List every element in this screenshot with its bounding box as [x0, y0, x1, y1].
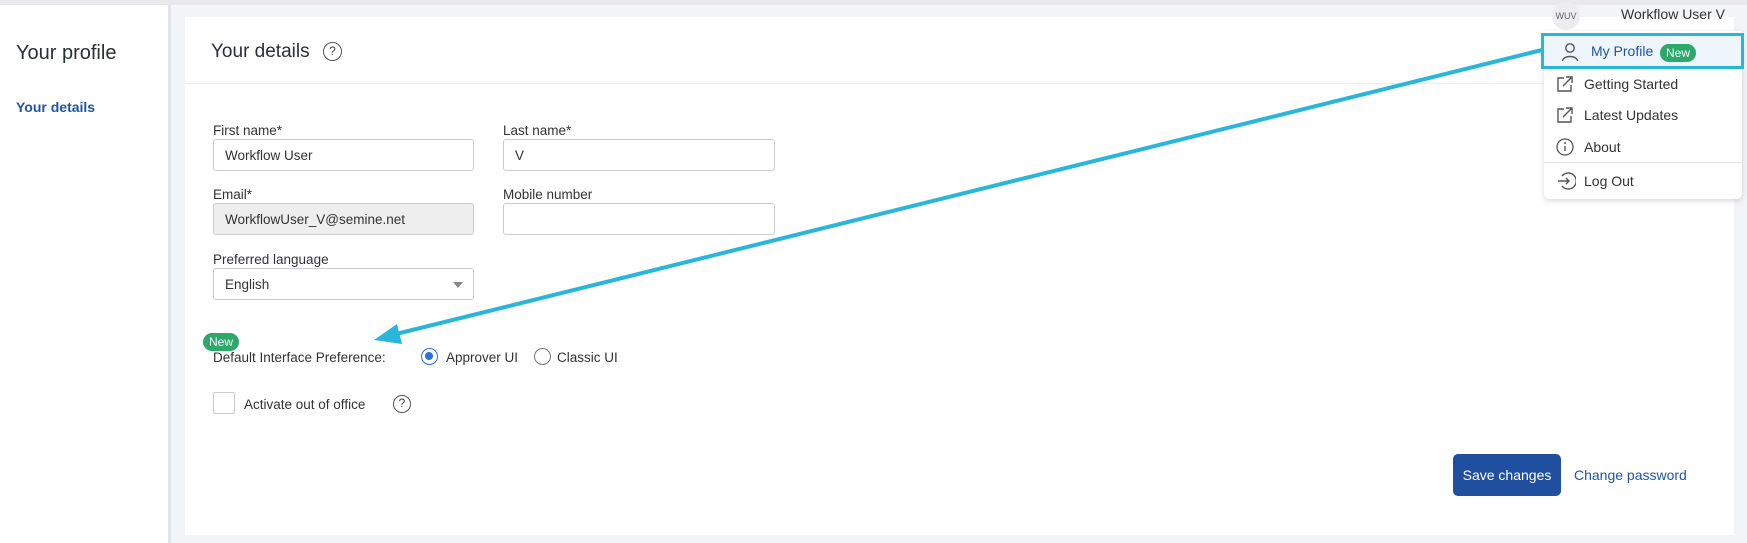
- menu-item-label: About: [1584, 139, 1621, 155]
- email-field: WorkflowUser_V@semine.net: [213, 203, 474, 235]
- out-of-office-label[interactable]: Activate out of office: [244, 397, 365, 412]
- user-name: Workflow User V: [1621, 6, 1725, 22]
- details-card: Your details ? First name* Workflow User…: [185, 17, 1734, 535]
- email-label: Email*: [213, 187, 253, 202]
- classic-ui-radio[interactable]: [534, 348, 551, 365]
- language-label: Preferred language: [213, 252, 329, 267]
- menu-item-my-profile[interactable]: My Profile New: [1541, 33, 1744, 69]
- user-menu-dropdown: My Profile New Getting Started Latest Up…: [1541, 31, 1744, 199]
- page-title: Your details: [211, 41, 310, 62]
- sidebar-title: Your profile: [16, 42, 117, 64]
- menu-item-latest-updates[interactable]: Latest Updates: [1544, 99, 1742, 131]
- classic-ui-label[interactable]: Classic UI: [557, 350, 618, 365]
- menu-item-getting-started[interactable]: Getting Started: [1544, 68, 1742, 100]
- out-of-office-help-icon[interactable]: ?: [393, 395, 411, 413]
- new-badge: New: [203, 333, 240, 351]
- menu-divider: [1544, 162, 1742, 163]
- menu-item-label: My Profile: [1591, 43, 1654, 59]
- interface-preference-label: Default Interface Preference:: [213, 350, 386, 365]
- menu-item-label: Latest Updates: [1584, 107, 1679, 123]
- last-name-field[interactable]: V: [503, 139, 775, 171]
- approver-ui-radio[interactable]: [421, 348, 438, 365]
- profile-sidebar: Your profile Your details: [0, 5, 171, 543]
- out-of-office-checkbox[interactable]: [213, 392, 235, 414]
- help-icon[interactable]: ?: [323, 42, 342, 61]
- avatar: WUV: [1552, 2, 1580, 30]
- change-password-link[interactable]: Change password: [1574, 467, 1687, 483]
- external-link-icon: [1557, 76, 1573, 92]
- menu-item-log-out[interactable]: Log Out: [1544, 165, 1742, 197]
- menu-item-about[interactable]: About: [1544, 131, 1742, 163]
- new-badge: New: [1660, 44, 1697, 62]
- top-bar: [0, 0, 1747, 5]
- last-name-label: Last name*: [503, 123, 572, 138]
- logout-icon: [1558, 172, 1576, 190]
- approver-ui-label[interactable]: Approver UI: [446, 350, 518, 365]
- first-name-label: First name*: [213, 123, 283, 138]
- language-select[interactable]: English: [213, 268, 474, 300]
- user-menu-header[interactable]: WUV Workflow User V: [1544, 0, 1747, 31]
- language-select-value: English: [225, 277, 270, 292]
- mobile-number-field[interactable]: [503, 203, 775, 235]
- card-header: Your details ?: [185, 17, 1734, 84]
- menu-item-label: Getting Started: [1584, 76, 1679, 92]
- info-icon: [1556, 138, 1574, 156]
- user-icon: [1561, 43, 1579, 62]
- menu-item-label: Log Out: [1584, 173, 1634, 189]
- save-changes-button[interactable]: Save changes: [1453, 454, 1561, 496]
- external-link-icon: [1557, 107, 1573, 123]
- mobile-label: Mobile number: [503, 187, 593, 202]
- sidebar-item-your-details[interactable]: Your details: [16, 99, 95, 115]
- first-name-field[interactable]: Workflow User: [213, 139, 474, 171]
- chevron-down-icon: [453, 282, 463, 288]
